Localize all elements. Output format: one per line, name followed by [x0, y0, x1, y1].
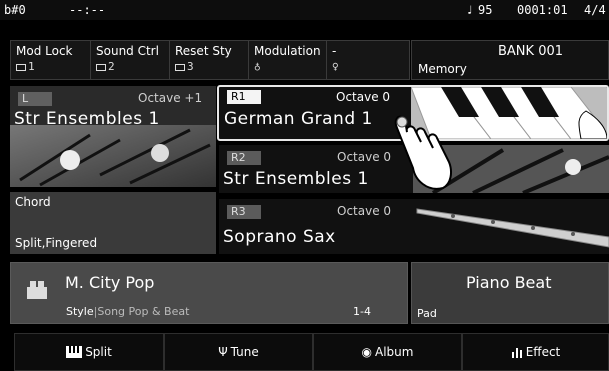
effect-button[interactable]: Effect	[462, 333, 609, 371]
octave-label-r1: Octave 0	[336, 90, 391, 104]
strings-image	[10, 125, 216, 187]
beat-panel[interactable]: Piano Beat Pad	[411, 262, 609, 324]
tune-button[interactable]: Ψ Tune	[164, 333, 313, 371]
transpose-readout: b#0	[4, 3, 26, 17]
beat-name: Piano Beat	[466, 273, 552, 292]
bank-name: BANK 001	[498, 44, 564, 59]
style-variation-range: 1-4	[353, 305, 371, 318]
assign-button[interactable]: - ♀	[327, 41, 409, 79]
style-subcategory: Song Pop & Beat	[97, 305, 190, 318]
time-readout: 0001:01	[517, 3, 568, 17]
note-icon: ♩	[466, 3, 474, 17]
voice-name-r3: Soprano Sax	[223, 227, 336, 247]
function-button-bar: Mod Lock 1 Sound Ctrl 2 Reset Sty 3 Modu…	[10, 40, 410, 80]
pedal-icon	[175, 63, 185, 71]
voice-tag-r2: R2	[227, 151, 261, 165]
sound-ctrl-button[interactable]: Sound Ctrl 2	[91, 41, 170, 79]
pedal-icon	[16, 63, 26, 71]
voice-tag-r3: R3	[227, 205, 261, 219]
chord-title: Chord	[15, 195, 51, 209]
equalizer-icon	[511, 348, 522, 358]
tuning-fork-icon: Ψ	[218, 345, 228, 359]
memory-panel[interactable]: BANK 001 Memory	[411, 40, 609, 80]
bottom-toolbar: Split Ψ Tune ◉ Album Effect	[14, 333, 609, 371]
beat-label: Pad	[417, 307, 437, 320]
disc-icon: ◉	[361, 345, 372, 359]
modulation-button[interactable]: Modulation ♁	[249, 41, 327, 79]
saxophone-image	[413, 199, 609, 254]
style-category: Style	[66, 305, 94, 318]
keyboard-icon	[66, 346, 83, 358]
touch-hand-icon	[394, 115, 452, 190]
voice-tag-l: L	[18, 92, 52, 106]
split-button[interactable]: Split	[14, 333, 164, 371]
style-panel[interactable]: M. City Pop Style|Song Pop & Beat 1-4	[10, 262, 408, 324]
voice-panel-l[interactable]: L Octave +1 Str Ensembles 1	[10, 86, 216, 187]
status-bar: b#0 --:-- ♩ 95 0001:01 4/4	[0, 0, 609, 20]
voice-tag-r1: R1	[227, 90, 261, 104]
tempo-readout: 95	[478, 3, 493, 17]
octave-label-r3: Octave 0	[337, 204, 392, 218]
style-icon	[27, 281, 47, 299]
reset-sty-button[interactable]: Reset Sty 3	[170, 41, 249, 79]
voice-name-l: Str Ensembles 1	[14, 109, 160, 129]
chord-mode: Split,Fingered	[15, 236, 98, 250]
style-name: M. City Pop	[65, 273, 155, 292]
album-button[interactable]: ◉ Album	[313, 333, 462, 371]
chord-panel[interactable]: Chord Split,Fingered	[10, 192, 216, 254]
memory-label: Memory	[418, 62, 467, 76]
voice-panel-r3[interactable]: R3 Octave 0 Soprano Sax	[219, 199, 609, 254]
chord-readout: --:--	[69, 3, 106, 17]
voice-name-r2: Str Ensembles 1	[223, 169, 369, 189]
wheel-icon: ♀	[332, 60, 339, 73]
octave-label-l: Octave +1	[138, 91, 203, 105]
pedal-icon	[96, 63, 106, 71]
beat-readout: 4/4	[584, 3, 606, 17]
wheel-icon: ♁	[254, 60, 261, 73]
voice-name-r1: German Grand 1	[224, 109, 373, 129]
octave-label-r2: Octave 0	[337, 150, 392, 164]
mod-lock-button[interactable]: Mod Lock 1	[11, 41, 91, 79]
